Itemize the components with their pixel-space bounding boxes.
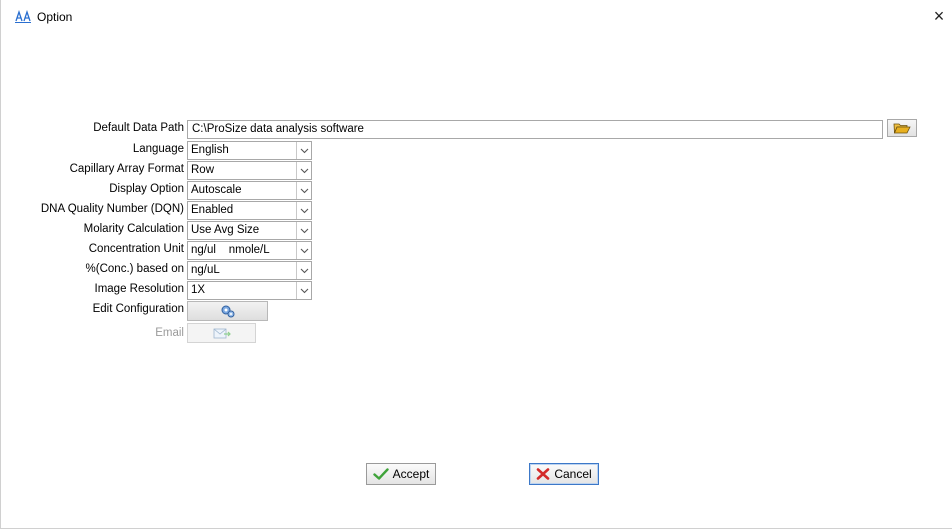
molarity-calculation-select[interactable]: Use Avg Size <box>187 221 312 240</box>
percent-conc-value: ng/uL <box>191 264 220 276</box>
concentration-unit-value: ng/ul nmole/L <box>191 244 270 256</box>
chevron-down-icon <box>296 142 311 159</box>
close-button[interactable]: × <box>929 6 949 26</box>
language-label: Language <box>132 143 184 155</box>
display-option-select[interactable]: Autoscale <box>187 181 312 200</box>
chevron-down-icon <box>296 242 311 259</box>
app-logo-icon <box>15 10 31 23</box>
capillary-array-format-select[interactable]: Row <box>187 161 312 180</box>
email-button[interactable] <box>187 323 256 343</box>
chevron-down-icon <box>296 162 311 179</box>
concentration-unit-select[interactable]: ng/ul nmole/L <box>187 241 312 260</box>
email-label: Email <box>155 327 184 339</box>
language-value: English <box>191 144 229 156</box>
dqn-select[interactable]: Enabled <box>187 201 312 220</box>
x-cross-icon <box>537 468 550 480</box>
title-bar: Option × <box>1 0 952 32</box>
accept-label: Accept <box>392 467 430 481</box>
chevron-down-icon <box>296 182 311 199</box>
email-send-icon <box>213 328 231 339</box>
image-resolution-label: Image Resolution <box>94 283 185 295</box>
chevron-down-icon <box>296 202 311 219</box>
dqn-label: DNA Quality Number (DQN) <box>40 203 184 215</box>
language-select[interactable]: English <box>187 141 312 160</box>
dqn-value: Enabled <box>191 204 234 216</box>
image-resolution-select[interactable]: 1X <box>187 281 312 300</box>
edit-configuration-label: Edit Configuration <box>92 303 184 315</box>
molarity-calculation-label: Molarity Calculation <box>83 223 184 235</box>
image-resolution-value: 1X <box>191 284 206 296</box>
default-data-path-input[interactable]: C:\ProSize data analysis software <box>187 120 883 139</box>
percent-conc-label: %(Conc.) based on <box>85 263 184 275</box>
cancel-label: Cancel <box>554 467 592 481</box>
molarity-calculation-value: Use Avg Size <box>191 224 260 236</box>
gears-icon <box>221 305 234 318</box>
concentration-unit-label: Concentration Unit <box>88 243 184 255</box>
capillary-array-format-value: Row <box>191 164 215 176</box>
checkmark-icon <box>372 468 389 480</box>
percent-conc-select[interactable]: ng/uL <box>187 261 312 280</box>
folder-open-icon <box>893 123 911 134</box>
display-option-value: Autoscale <box>191 184 242 196</box>
default-data-path-label: Default Data Path <box>93 122 184 134</box>
window-title: Option <box>37 10 73 24</box>
browse-button[interactable] <box>887 119 917 137</box>
accept-button[interactable]: Accept <box>366 463 436 485</box>
display-option-label: Display Option <box>109 183 184 195</box>
chevron-down-icon <box>296 262 311 279</box>
cancel-button[interactable]: Cancel <box>529 463 599 485</box>
option-dialog: Option × Default Data Path C:\ProSize da… <box>0 0 952 529</box>
edit-configuration-button[interactable] <box>187 301 268 321</box>
capillary-array-format-label: Capillary Array Format <box>69 163 184 175</box>
chevron-down-icon <box>296 282 311 299</box>
chevron-down-icon <box>296 222 311 239</box>
